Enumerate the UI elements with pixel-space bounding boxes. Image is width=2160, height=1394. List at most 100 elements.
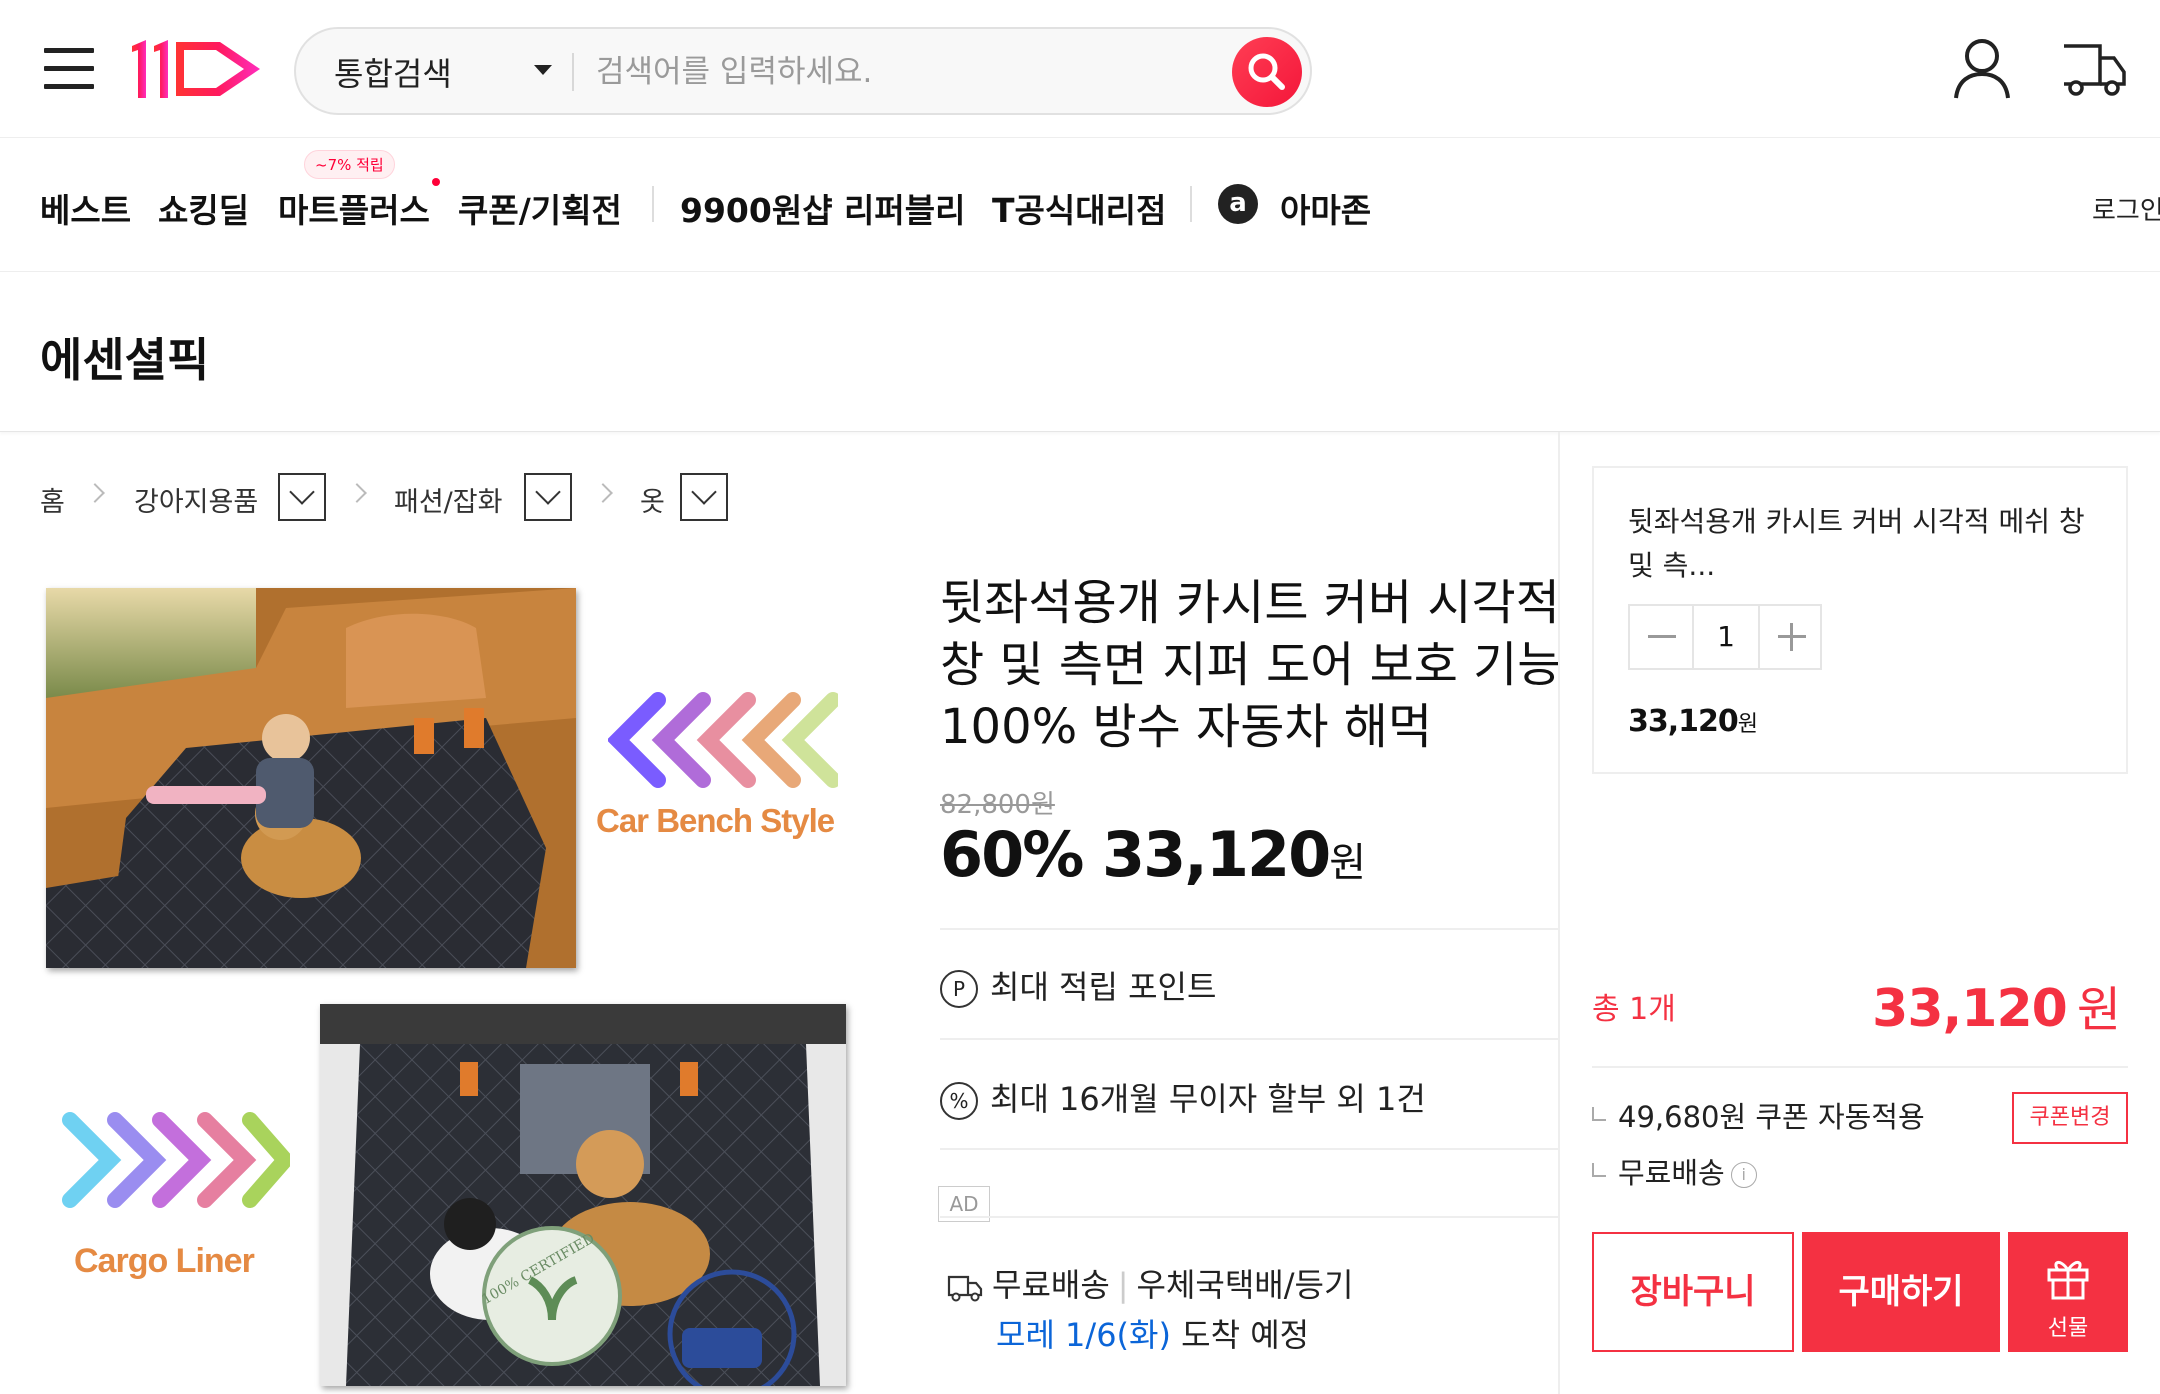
- product-title: 뒷좌석용개 카시트 커버 시각적 메쉬 창 및 측면 지퍼 도어 보호 기능이 …: [940, 572, 1560, 758]
- arrival-suffix: 도착 예정: [1181, 1316, 1310, 1354]
- points-label: 최대 적립 포인트: [990, 968, 1217, 1006]
- coupon-applied-row: 49,680원 쿠폰 자동적용: [1592, 1094, 1925, 1136]
- coupon-change-button[interactable]: 쿠폰변경: [2012, 1092, 2128, 1144]
- discount-rate: 60%: [940, 818, 1084, 891]
- total-price-value: 33,120: [1872, 979, 2068, 1039]
- breadcrumb-home[interactable]: 홈: [40, 480, 65, 519]
- login-link[interactable]: 로그인: [2092, 190, 2160, 227]
- product-title-line: 100% 방수 자동차 해먹: [940, 699, 1433, 755]
- add-to-cart-button[interactable]: 장바구니: [1592, 1232, 1794, 1352]
- option-title: 뒷좌석용개 카시트 커버 시각적 메쉬 창 및 측...: [1628, 505, 2085, 582]
- total-count: 총 1개: [1592, 992, 1676, 1027]
- store-name[interactable]: 에센셜픽: [40, 324, 209, 390]
- search-input[interactable]: [596, 49, 1156, 95]
- divider: [1592, 1066, 2128, 1068]
- chevrons-right-icon: [62, 1112, 290, 1208]
- search-button[interactable]: [1232, 37, 1302, 107]
- arrival-date: 모레 1/6(화): [996, 1316, 1171, 1354]
- breadcrumb-dropdown-2[interactable]: [524, 473, 572, 521]
- product-image-bench[interactable]: [46, 588, 576, 968]
- search-bar: 통합검색: [294, 27, 1312, 115]
- breadcrumb-dropdown-1[interactable]: [278, 473, 326, 521]
- separator: |: [1117, 1266, 1129, 1304]
- search-scope-select[interactable]: 통합검색: [334, 49, 452, 95]
- chevron-right-icon: [347, 483, 367, 503]
- chevron-right-icon: [85, 483, 105, 503]
- points-row[interactable]: P 최대 적립 포인트: [940, 962, 1216, 1008]
- nav-item-coupon[interactable]: 쿠폰/기획전: [458, 184, 622, 232]
- free-shipping-row: 무료배송 i: [1592, 1150, 1757, 1192]
- nav-divider: [652, 186, 654, 222]
- breadcrumb-dropdown-3[interactable]: [680, 473, 728, 521]
- user-icon[interactable]: [1952, 36, 2012, 100]
- search-icon: [1248, 53, 1285, 90]
- product-title-line: 창 및 측면 지퍼 도어 보호 기능이 있는: [940, 637, 1560, 693]
- currency-unit: 원: [1737, 712, 1758, 737]
- option-price-value: 33,120: [1628, 704, 1739, 739]
- breadcrumb-category-1[interactable]: 강아지용품: [134, 480, 258, 519]
- nav-item-mart-plus[interactable]: 마트플러스: [278, 184, 430, 232]
- currency-unit: 원: [2076, 982, 2121, 1038]
- quantity-decrease-button[interactable]: [1630, 606, 1694, 668]
- nav-item-refurbly[interactable]: 리퍼블리: [844, 184, 965, 232]
- original-price: 82,800원: [940, 790, 1055, 820]
- nav-item-amazon[interactable]: 아마존: [1280, 184, 1371, 232]
- gift-label: 선물: [2047, 1316, 2089, 1341]
- nav-item-t-official[interactable]: T공식대리점: [992, 184, 1166, 232]
- mart-plus-badge: ~7% 적립: [304, 150, 395, 179]
- installment-row[interactable]: % 최대 16개월 무이자 할부 외 1건: [940, 1074, 1426, 1120]
- caret-down-icon[interactable]: [534, 65, 552, 75]
- amazon-logo-icon[interactable]: a: [1218, 184, 1258, 224]
- product-title-line: 뒷좌석용개 카시트 커버 시각적 메쉬: [940, 575, 1560, 631]
- shipping-method: 우체국택배/등기: [1136, 1266, 1354, 1304]
- top-header: 통합검색: [0, 0, 2160, 138]
- sale-price: 33,120: [1102, 818, 1331, 891]
- delivery-truck-icon: [947, 1275, 983, 1302]
- truck-icon[interactable]: [2060, 38, 2128, 100]
- divider: [940, 1148, 1558, 1150]
- panel-divider: [1558, 432, 1560, 1394]
- cargo-liner-label: Cargo Liner: [74, 1242, 255, 1280]
- chevron-right-icon: [593, 483, 613, 503]
- shipping-info: 무료배송 | 우체국택배/등기: [946, 1260, 1353, 1306]
- bench-style-label: Car Bench Style: [596, 802, 835, 839]
- 11st-logo[interactable]: [128, 36, 268, 102]
- free-shipping-text: 무료배송: [1618, 1156, 1725, 1190]
- sale-price-line: 60% 33,120원: [940, 818, 1366, 891]
- store-header: 에센셜픽: [0, 272, 2160, 432]
- breadcrumb-category-2[interactable]: 패션/잡화: [394, 480, 502, 519]
- selected-option-card: 뒷좌석용개 카시트 커버 시각적 메쉬 창 및 측... 1 33,120원: [1592, 466, 2128, 774]
- nav-item-best[interactable]: 베스트: [40, 184, 131, 232]
- nav-divider: [1190, 186, 1192, 222]
- new-dot: [432, 178, 440, 186]
- coupon-applied-text: 49,680원 쿠폰 자동적용: [1618, 1100, 1925, 1134]
- arrival-info: 모레 1/6(화) 도착 예정: [996, 1310, 1309, 1356]
- indent-icon: [1592, 1163, 1606, 1177]
- menu-icon[interactable]: [44, 48, 94, 90]
- cargo-photo: 100% CERTIFIED: [320, 1004, 846, 1386]
- chevrons-left-icon: [608, 692, 838, 788]
- breadcrumb-category-3[interactable]: 옷: [640, 480, 665, 519]
- installment-label: 최대 16개월 무이자 할부 외 1건: [990, 1080, 1426, 1118]
- product-image-cargo[interactable]: 100% CERTIFIED: [320, 1004, 846, 1386]
- buy-now-button[interactable]: 구매하기: [1802, 1232, 2000, 1352]
- nav-item-shocking-deal[interactable]: 쇼킹딜: [158, 184, 249, 232]
- gift-icon: [2047, 1261, 2089, 1300]
- info-icon[interactable]: i: [1730, 1162, 1757, 1188]
- currency-unit: 원: [1329, 840, 1367, 886]
- total-price: 33,120 원: [1872, 970, 2121, 1040]
- nav-item-9900-shop[interactable]: 9900원샵: [680, 184, 833, 232]
- option-price: 33,120원: [1628, 704, 1758, 739]
- percent-icon: %: [940, 1082, 978, 1120]
- divider: [940, 1038, 1558, 1040]
- quantity-increase-button[interactable]: [1758, 606, 1822, 668]
- divider: [940, 928, 1558, 930]
- quantity-value[interactable]: 1: [1694, 606, 1758, 668]
- search-divider: [572, 53, 574, 91]
- indent-icon: [1592, 1107, 1606, 1121]
- gift-button[interactable]: 선물: [2008, 1232, 2128, 1352]
- point-icon: P: [940, 970, 978, 1008]
- shipping-label: 무료배송: [992, 1266, 1110, 1304]
- quantity-stepper: 1: [1628, 604, 1822, 670]
- bench-photo: [46, 588, 576, 968]
